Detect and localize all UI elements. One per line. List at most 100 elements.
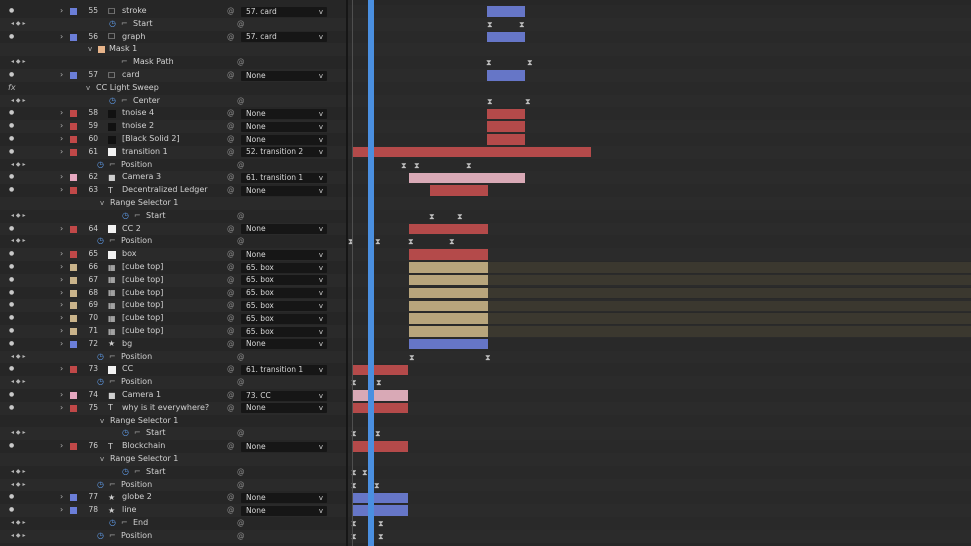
keyframe-navigator[interactable]: ◂ ◆ ▸ (11, 159, 25, 172)
visibility-eye-icon[interactable]: ● (9, 440, 14, 453)
layer-row-1[interactable]: ◂ ◆ ▸ ◷ ⌐ Start @ (0, 17, 346, 31)
twirl-chevron-icon[interactable]: › (60, 69, 63, 82)
parent-pickwhip-icon[interactable]: @ (227, 184, 235, 197)
keyframe-marker[interactable]: ⧗ (457, 212, 463, 221)
twirl-chevron-icon[interactable]: › (60, 312, 63, 325)
layer-row-28[interactable]: ● › 73 CC @61. transition 1 v (0, 363, 346, 376)
parent-dropdown[interactable]: None v (241, 70, 327, 81)
visibility-eye-icon[interactable]: ● (9, 5, 14, 18)
layer-duration-bar[interactable] (352, 505, 408, 516)
layer-duration-bar[interactable] (409, 313, 488, 324)
layer-name[interactable]: tnoise 4 (122, 107, 154, 120)
stopwatch-icon[interactable]: ◷ (122, 466, 129, 479)
graph-editor-icon[interactable]: ⌐ (109, 479, 116, 492)
layer-row-2[interactable]: ● › 56 ☐ graph @57. card v (0, 31, 346, 44)
visibility-eye-icon[interactable]: ● (9, 312, 14, 325)
visibility-eye-icon[interactable]: ● (9, 261, 14, 274)
parent-dropdown[interactable]: 57. card v (241, 6, 327, 17)
visibility-eye-icon[interactable]: ● (9, 299, 14, 312)
parent-dropdown[interactable]: 65. box v (241, 313, 327, 324)
keyframe-navigator[interactable]: ◂ ◆ ▸ (11, 18, 25, 31)
layer-row-39[interactable]: ● › 78 ★ line @ None v (0, 504, 346, 517)
chevron-down-icon[interactable]: v (319, 7, 323, 17)
keyframe-marker[interactable]: ⧗ (525, 97, 531, 106)
parent-dropdown[interactable]: 65. box v (241, 288, 327, 299)
label-color-swatch[interactable] (70, 264, 77, 271)
twirl-chevron-icon[interactable]: v (100, 197, 104, 210)
keyframe-marker[interactable]: ⧗ (519, 20, 525, 29)
layer-duration-bar[interactable] (409, 339, 488, 350)
layer-row-6[interactable]: fx v CC Light Sweep (0, 82, 346, 95)
label-color-swatch[interactable] (70, 225, 77, 233)
layer-duration-bar[interactable] (487, 6, 525, 17)
stopwatch-icon[interactable]: ◷ (109, 517, 116, 530)
layer-name[interactable]: Camera 3 (122, 171, 161, 184)
parent-pickwhip-icon[interactable]: @ (227, 325, 235, 338)
layer-duration-bar[interactable] (487, 70, 525, 81)
layer-duration-bar[interactable] (487, 134, 525, 145)
parent-dropdown[interactable]: 73. CC v (241, 390, 327, 401)
layer-row-14[interactable]: ● › 63 T Decentralized Ledger @ None v (0, 184, 346, 197)
twirl-chevron-icon[interactable]: › (60, 146, 63, 159)
layer-row-21[interactable]: ● › 67 ▦ [cube top] @65. box v (0, 273, 346, 287)
layer-row-32[interactable]: v Range Selector 1 (0, 415, 346, 428)
fx-icon[interactable]: fx (8, 82, 16, 95)
keyframe-marker[interactable]: ⧗ (378, 519, 384, 528)
keyframe-navigator[interactable]: ◂ ◆ ▸ (11, 351, 25, 364)
twirl-chevron-icon[interactable]: › (60, 223, 63, 236)
parent-dropdown[interactable]: None v (241, 224, 327, 235)
layer-duration-bar[interactable] (487, 108, 525, 119)
parent-pickwhip-icon[interactable]: @ (227, 69, 235, 82)
layer-name[interactable]: tnoise 2 (122, 120, 154, 133)
layer-row-5[interactable]: ● › 57 ☐ card @ None v (0, 69, 346, 82)
layer-duration-bar[interactable] (409, 223, 488, 235)
label-color-swatch[interactable] (70, 404, 77, 412)
property-pickwhip-icon[interactable]: @ (237, 351, 245, 364)
parent-pickwhip-icon[interactable]: @ (227, 491, 235, 504)
layer-duration-bar[interactable] (409, 326, 488, 337)
layer-name[interactable]: [Black Solid 2] (122, 133, 180, 146)
visibility-eye-icon[interactable]: ● (9, 184, 14, 197)
stopwatch-icon[interactable]: ◷ (97, 351, 104, 364)
stopwatch-icon[interactable]: ◷ (97, 530, 104, 543)
label-color-swatch[interactable] (70, 123, 77, 131)
layer-name[interactable]: [cube top] (122, 299, 163, 312)
parent-dropdown[interactable]: 61. transition 1 v (241, 172, 327, 183)
keyframe-marker[interactable]: ⧗ (409, 353, 415, 362)
twirl-chevron-icon[interactable]: › (60, 325, 63, 338)
keyframe-navigator[interactable]: ◂ ◆ ▸ (11, 56, 25, 69)
chevron-down-icon[interactable]: v (319, 135, 323, 145)
label-color-swatch[interactable] (70, 366, 77, 374)
graph-editor-icon[interactable]: ⌐ (134, 210, 141, 223)
parent-dropdown[interactable]: 65. box v (241, 262, 327, 273)
stopwatch-icon[interactable]: ◷ (97, 235, 104, 248)
property-pickwhip-icon[interactable]: @ (237, 210, 245, 223)
layer-row-22[interactable]: ● › 68 ▦ [cube top] @65. box v (0, 287, 346, 300)
keyframe-navigator[interactable]: ◂ ◆ ▸ (11, 427, 25, 440)
chevron-down-icon[interactable]: v (319, 442, 323, 452)
chevron-down-icon[interactable]: v (319, 263, 323, 273)
layer-row-36[interactable]: ◂ ◆ ▸ ◷ ⌐ Start @ (0, 466, 346, 479)
keyframe-marker[interactable]: ⧗ (376, 378, 382, 387)
visibility-eye-icon[interactable]: ● (9, 248, 14, 261)
parent-pickwhip-icon[interactable]: @ (227, 299, 235, 312)
keyframe-navigator[interactable]: ◂ ◆ ▸ (11, 517, 25, 530)
label-color-swatch[interactable] (70, 187, 77, 195)
chevron-down-icon[interactable]: v (319, 275, 323, 285)
label-color-swatch[interactable] (70, 72, 77, 79)
twirl-chevron-icon[interactable]: › (60, 133, 63, 146)
parent-dropdown[interactable]: None v (241, 108, 327, 119)
visibility-eye-icon[interactable]: ● (9, 287, 14, 300)
chevron-down-icon[interactable]: v (319, 339, 323, 349)
label-color-swatch[interactable] (70, 507, 77, 515)
twirl-chevron-icon[interactable]: › (60, 287, 63, 300)
label-color-swatch[interactable] (70, 8, 77, 15)
layer-row-9[interactable]: ● › 59 tnoise 2 @ None v (0, 120, 346, 133)
graph-editor-icon[interactable]: ⌐ (121, 56, 128, 69)
layer-row-33[interactable]: ◂ ◆ ▸ ◷ ⌐ Start @ (0, 427, 346, 441)
layer-row-3[interactable]: v Mask 1 (0, 43, 346, 57)
parent-dropdown[interactable]: 65. box v (241, 326, 327, 337)
chevron-down-icon[interactable]: v (319, 186, 323, 196)
visibility-eye-icon[interactable]: ● (9, 69, 14, 82)
visibility-eye-icon[interactable]: ● (9, 402, 14, 415)
